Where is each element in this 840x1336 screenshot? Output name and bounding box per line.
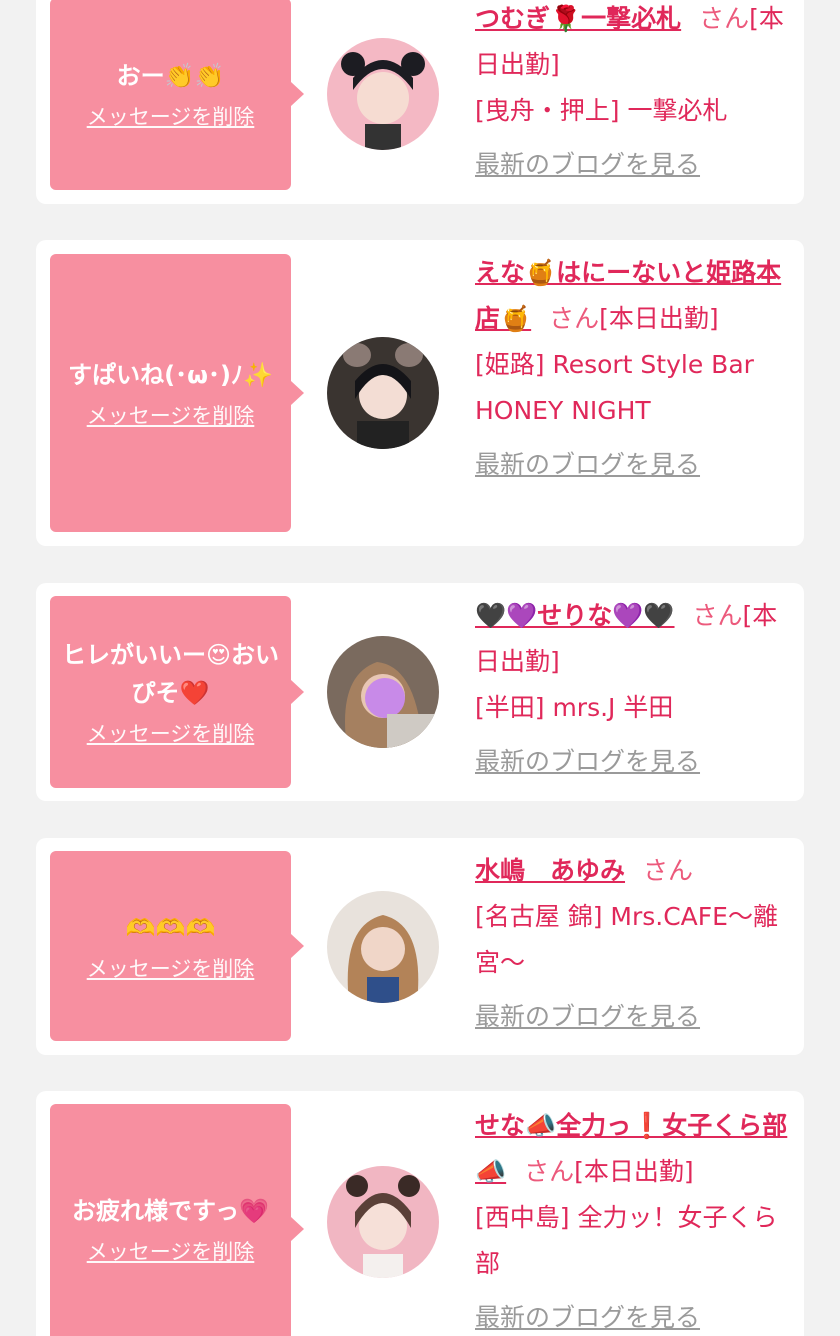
avatar[interactable]	[327, 636, 439, 748]
latest-blog-link[interactable]: 最新のブログを見る	[475, 142, 791, 188]
honorific: さん	[549, 304, 600, 333]
cast-info: えな🍯はにーないと姫路本店🍯 さん[本日出勤] [姫路] Resort Style…	[475, 250, 791, 488]
latest-blog-link[interactable]: 最新のブログを見る	[475, 1295, 791, 1336]
avatar[interactable]	[327, 1166, 439, 1278]
honorific: さん	[699, 4, 750, 33]
cast-name-link[interactable]: 水嶋 あゆみ	[475, 856, 625, 885]
status-badge: [本日出勤]	[574, 1157, 694, 1186]
delete-message-link[interactable]: メッセージを削除	[87, 101, 255, 131]
avatar-photo-icon	[327, 337, 439, 449]
status-badge: [本日出勤]	[599, 304, 719, 333]
latest-blog-link[interactable]: 最新のブログを見る	[475, 442, 791, 488]
avatar[interactable]	[327, 38, 439, 150]
shop-name: [姫路] Resort Style Bar HONEY NIGHT	[475, 350, 754, 425]
cast-info: 🖤💜せりな💜🖤 さん[本日出勤] [半田] mrs.J 半田 最新のブログを見る	[475, 593, 791, 785]
cast-info: せな📣全力っ❗️女子くら部📣 さん[本日出勤] [西中島] 全力ッ！女子くら部 最…	[475, 1103, 791, 1336]
shop-name: [西中島] 全力ッ！女子くら部	[475, 1203, 778, 1278]
message-card: おー👏👏 メッセージを削除 つむぎ🌹一撃必札 さん[本日出勤] [曳舟・押上] 一…	[36, 0, 804, 204]
message-text: ヒレがいいー😍おいぴそ❤️	[61, 641, 280, 707]
avatar-photo-icon	[327, 1166, 439, 1278]
message-card: お疲れ様ですっ💗 メッセージを削除 せな📣全力っ❗️女子くら部📣 さん[本日出勤]…	[36, 1091, 804, 1336]
delete-message-link[interactable]: メッセージを削除	[87, 400, 255, 430]
cast-info: 水嶋 あゆみ さん [名古屋 錦] Mrs.CAFE〜離宮〜 最新のブログを見る	[475, 848, 791, 1040]
message-text: お疲れ様ですっ💗	[72, 1197, 269, 1225]
avatar-photo-icon	[327, 636, 439, 748]
message-bubble: すぱいね(･ω･)ﾉ✨ メッセージを削除	[50, 254, 304, 532]
cast-name-link[interactable]: 🖤💜せりな💜🖤	[475, 601, 675, 630]
message-text: おー👏👏	[116, 62, 225, 90]
message-card: すぱいね(･ω･)ﾉ✨ メッセージを削除 えな🍯はにーないと姫路本店🍯 さん[本日…	[36, 240, 804, 546]
shop-name: [名古屋 錦] Mrs.CAFE〜離宮〜	[475, 902, 778, 977]
cast-info: つむぎ🌹一撃必札 さん[本日出勤] [曳舟・押上] 一撃必札 最新のブログを見る	[475, 0, 791, 188]
honorific: さん	[524, 1157, 575, 1186]
message-list: おー👏👏 メッセージを削除 つむぎ🌹一撃必札 さん[本日出勤] [曳舟・押上] 一…	[0, 0, 840, 1336]
message-text: 🫶🫶🫶	[125, 914, 216, 942]
shop-name: [半田] mrs.J 半田	[475, 693, 674, 722]
latest-blog-link[interactable]: 最新のブログを見る	[475, 994, 791, 1040]
delete-message-link[interactable]: メッセージを削除	[87, 953, 255, 983]
message-bubble: 🫶🫶🫶 メッセージを削除	[50, 851, 304, 1041]
message-bubble: ヒレがいいー😍おいぴそ❤️ メッセージを削除	[50, 596, 304, 788]
message-card: ヒレがいいー😍おいぴそ❤️ メッセージを削除 🖤💜せりな💜🖤 さん[本日出勤] […	[36, 583, 804, 801]
delete-message-link[interactable]: メッセージを削除	[87, 718, 255, 748]
honorific: さん	[643, 856, 694, 885]
message-bubble: お疲れ様ですっ💗 メッセージを削除	[50, 1104, 304, 1336]
message-card: 🫶🫶🫶 メッセージを削除 水嶋 あゆみ さん [名古屋 錦] Mrs.CAFE〜離…	[36, 838, 804, 1055]
delete-message-link[interactable]: メッセージを削除	[87, 1236, 255, 1266]
avatar-photo-icon	[327, 891, 439, 1003]
avatar-photo-icon	[327, 38, 439, 150]
latest-blog-link[interactable]: 最新のブログを見る	[475, 739, 791, 785]
honorific: さん	[692, 601, 743, 630]
message-text: すぱいね(･ω･)ﾉ✨	[68, 361, 273, 389]
avatar[interactable]	[327, 891, 439, 1003]
cast-name-link[interactable]: つむぎ🌹一撃必札	[475, 4, 681, 33]
shop-name: [曳舟・押上] 一撃必札	[475, 96, 728, 125]
message-bubble: おー👏👏 メッセージを削除	[50, 0, 304, 190]
avatar[interactable]	[327, 337, 439, 449]
